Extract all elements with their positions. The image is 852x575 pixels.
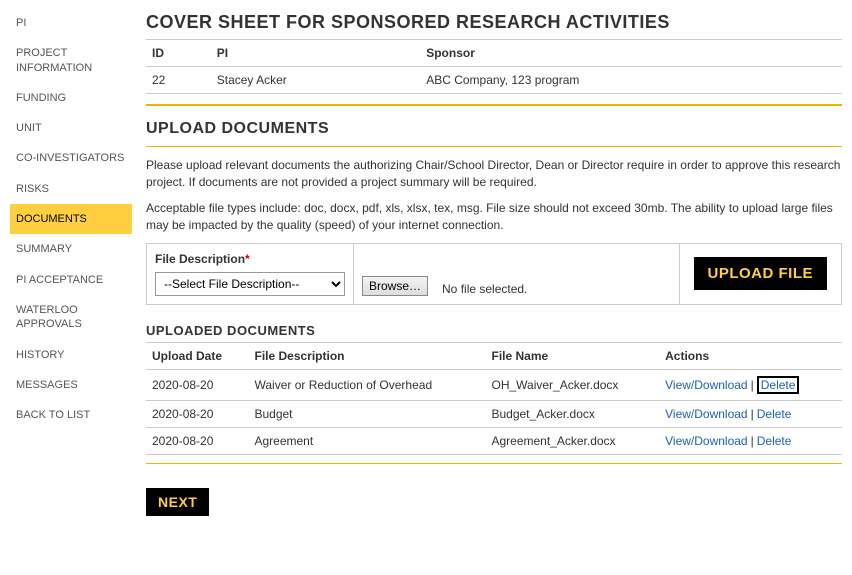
next-button[interactable]: NEXT: [146, 488, 209, 516]
sidebar: PIPROJECT INFORMATIONFUNDINGUNITCO-INVES…: [10, 8, 140, 516]
col-file-name: File Name: [485, 342, 659, 369]
cell-upload-date: 2020-08-20: [146, 369, 248, 400]
val-pi: Stacey Acker: [211, 67, 420, 94]
file-description-box: File Description* --Select File Descript…: [146, 243, 354, 305]
file-description-label: File Description*: [155, 252, 345, 266]
view-download-link[interactable]: View/Download: [665, 378, 748, 392]
cover-info-row: 22 Stacey Acker ABC Company, 123 program: [146, 67, 842, 94]
cell-file-description: Waiver or Reduction of Overhead: [248, 369, 485, 400]
action-separator: |: [748, 407, 757, 421]
file-description-select[interactable]: --Select File Description--: [155, 272, 345, 296]
sidebar-item-risks[interactable]: RISKS: [10, 174, 132, 204]
sidebar-item-project-information[interactable]: PROJECT INFORMATION: [10, 38, 132, 83]
uploaded-documents-table: Upload Date File Description File Name A…: [146, 342, 842, 455]
uploaded-section-title: UPLOADED DOCUMENTS: [146, 323, 842, 338]
val-sponsor: ABC Company, 123 program: [420, 67, 842, 94]
col-id: ID: [146, 40, 211, 67]
sidebar-item-waterloo-approvals[interactable]: WATERLOO APPROVALS: [10, 295, 132, 340]
sidebar-item-pi[interactable]: PI: [10, 8, 132, 38]
sidebar-item-documents[interactable]: DOCUMENTS: [10, 204, 132, 234]
divider: [146, 463, 842, 464]
sidebar-item-history[interactable]: HISTORY: [10, 340, 132, 370]
cover-info-table: ID PI Sponsor 22 Stacey Acker ABC Compan…: [146, 39, 842, 94]
action-separator: |: [748, 378, 757, 392]
main-content: COVER SHEET FOR SPONSORED RESEARCH ACTIV…: [140, 8, 842, 516]
table-row: 2020-08-20BudgetBudget_Acker.docxView/Do…: [146, 400, 842, 427]
file-picker-box: Browse… No file selected.: [354, 243, 680, 305]
sidebar-item-pi-acceptance[interactable]: PI ACCEPTANCE: [10, 265, 132, 295]
table-row: 2020-08-20AgreementAgreement_Acker.docxV…: [146, 427, 842, 454]
sidebar-item-funding[interactable]: FUNDING: [10, 83, 132, 113]
col-pi: PI: [211, 40, 420, 67]
sidebar-item-messages[interactable]: MESSAGES: [10, 370, 132, 400]
upload-file-button[interactable]: UPLOAD FILE: [694, 257, 828, 290]
browse-button[interactable]: Browse…: [362, 276, 428, 296]
delete-link[interactable]: Delete: [761, 378, 796, 392]
view-download-link[interactable]: View/Download: [665, 434, 748, 448]
cell-file-name: Budget_Acker.docx: [485, 400, 659, 427]
upload-instructions-2: Acceptable file types include: doc, docx…: [146, 200, 842, 235]
divider: [146, 104, 842, 106]
action-separator: |: [748, 434, 757, 448]
delete-highlight-box: Delete: [757, 376, 800, 394]
val-id: 22: [146, 67, 211, 94]
delete-link[interactable]: Delete: [757, 407, 792, 421]
sidebar-item-unit[interactable]: UNIT: [10, 113, 132, 143]
delete-link[interactable]: Delete: [757, 434, 792, 448]
sidebar-item-co-investigators[interactable]: CO-INVESTIGATORS: [10, 143, 132, 173]
cell-file-description: Agreement: [248, 427, 485, 454]
cell-actions: View/Download|Delete: [659, 400, 842, 427]
cell-upload-date: 2020-08-20: [146, 427, 248, 454]
table-row: 2020-08-20Waiver or Reduction of Overhea…: [146, 369, 842, 400]
cell-actions: View/Download| Delete: [659, 369, 842, 400]
col-sponsor: Sponsor: [420, 40, 842, 67]
page-title: COVER SHEET FOR SPONSORED RESEARCH ACTIV…: [146, 12, 842, 33]
upload-button-box: UPLOAD FILE: [680, 243, 843, 305]
file-status-text: No file selected.: [442, 282, 527, 296]
col-actions: Actions: [659, 342, 842, 369]
upload-section-title: UPLOAD DOCUMENTS: [146, 120, 842, 138]
sidebar-item-back-to-list[interactable]: BACK TO LIST: [10, 400, 132, 430]
cell-actions: View/Download|Delete: [659, 427, 842, 454]
view-download-link[interactable]: View/Download: [665, 407, 748, 421]
col-upload-date: Upload Date: [146, 342, 248, 369]
divider: [146, 146, 842, 147]
col-file-description: File Description: [248, 342, 485, 369]
cell-file-description: Budget: [248, 400, 485, 427]
cell-file-name: Agreement_Acker.docx: [485, 427, 659, 454]
upload-area: File Description* --Select File Descript…: [146, 243, 842, 305]
cell-file-name: OH_Waiver_Acker.docx: [485, 369, 659, 400]
sidebar-item-summary[interactable]: SUMMARY: [10, 234, 132, 264]
upload-instructions-1: Please upload relevant documents the aut…: [146, 157, 842, 192]
cell-upload-date: 2020-08-20: [146, 400, 248, 427]
